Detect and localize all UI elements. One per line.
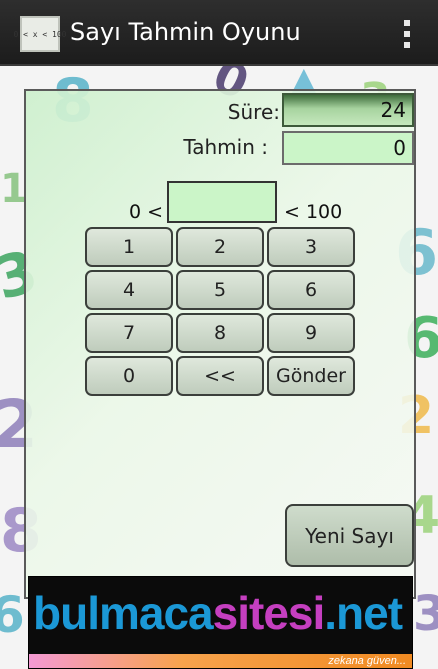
banner-ad[interactable]: bulmacasitesi.net zekana güven... <box>28 576 413 669</box>
key-0[interactable]: 0 <box>85 356 173 396</box>
key-7[interactable]: 7 <box>85 313 173 353</box>
guess-count-label: Tahmin : <box>183 135 268 159</box>
app-icon-text: 0 < x < 100 <box>13 29 67 39</box>
app-icon: 0 < x < 100 <box>14 16 67 52</box>
key-5[interactable]: 5 <box>176 270 264 310</box>
key-4[interactable]: 4 <box>85 270 173 310</box>
backspace-button[interactable]: << <box>176 356 264 396</box>
key-3[interactable]: 3 <box>267 227 355 267</box>
overflow-menu-icon[interactable] <box>402 20 412 48</box>
game-panel: Süre: 24 Tahmin : 0 0 < < 100 1 2 3 4 5 … <box>24 89 416 599</box>
app-title: Sayı Tahmin Oyunu <box>70 18 301 46</box>
key-6[interactable]: 6 <box>267 270 355 310</box>
key-2[interactable]: 2 <box>176 227 264 267</box>
key-1[interactable]: 1 <box>85 227 173 267</box>
time-label: Süre: <box>227 100 280 124</box>
range-high-label: < 100 <box>284 201 343 223</box>
banner-logo: bulmacasitesi.net <box>33 587 403 639</box>
send-button[interactable]: Gönder <box>267 356 355 396</box>
new-number-button[interactable]: Yeni Sayı <box>285 504 414 567</box>
banner-slogan: zekana güven... <box>328 655 406 667</box>
key-9[interactable]: 9 <box>267 313 355 353</box>
time-value: 24 <box>282 93 414 127</box>
guess-count-value: 0 <box>282 131 414 165</box>
key-8[interactable]: 8 <box>176 313 264 353</box>
action-bar: 0 < x < 100 Sayı Tahmin Oyunu <box>0 0 438 66</box>
guess-input[interactable] <box>167 181 277 223</box>
range-low-label: 0 < <box>129 201 164 223</box>
